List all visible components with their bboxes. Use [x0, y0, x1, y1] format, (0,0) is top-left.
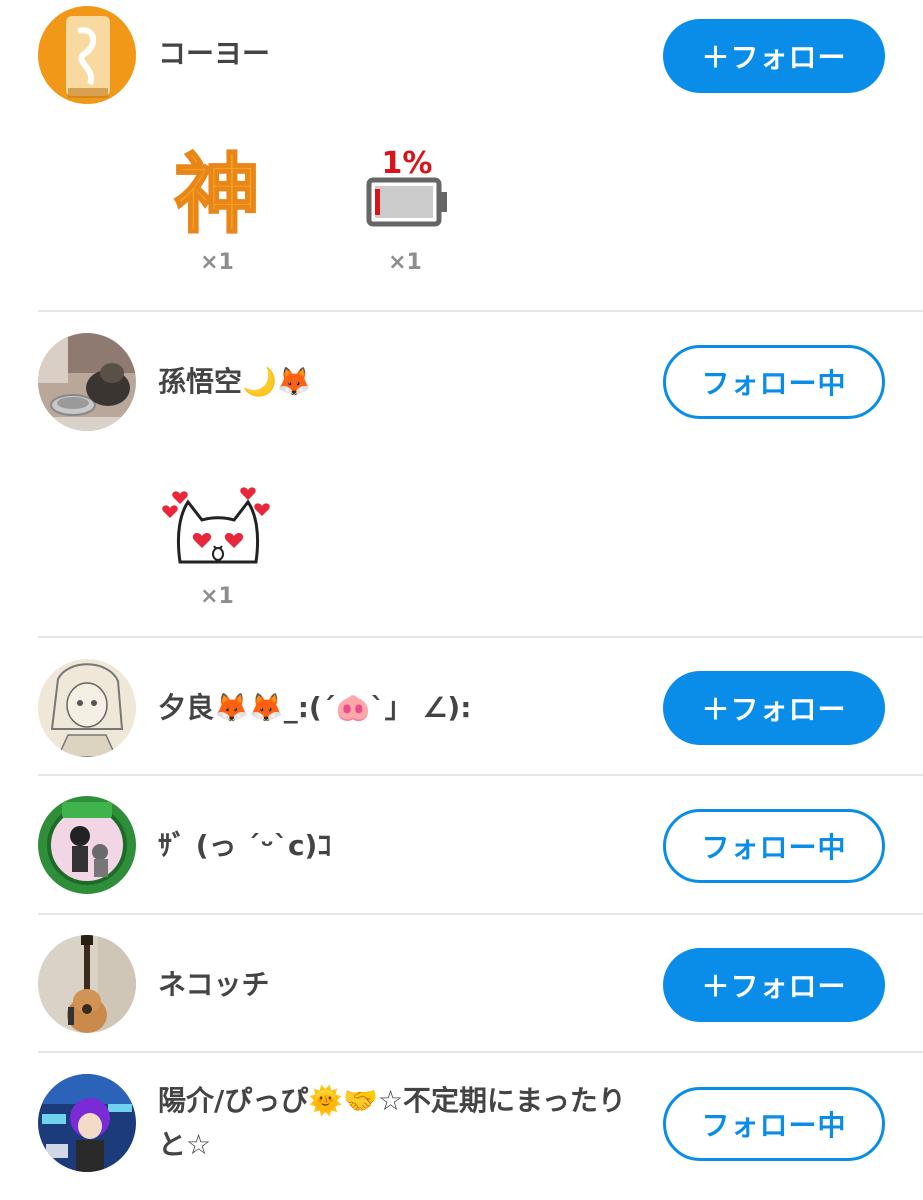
divider — [38, 774, 923, 776]
kami-glyph: 神 — [174, 145, 260, 240]
sticker-battery: 1% ×1 — [350, 140, 460, 275]
follow-button[interactable]: ＋フォロー — [663, 948, 885, 1022]
follow-button[interactable]: ＋フォロー — [663, 671, 885, 745]
sticker-count: ×1 — [200, 584, 234, 609]
follow-button[interactable]: ＋フォロー — [663, 19, 885, 93]
user-name[interactable]: ネコッチ — [158, 963, 269, 1007]
sticker-count: ×1 — [388, 250, 422, 275]
avatar[interactable] — [38, 935, 136, 1033]
user-name[interactable]: 孫悟空🌙🦊 — [158, 360, 312, 404]
sticker-count: ×1 — [200, 250, 234, 275]
sticker-cat: ×1 — [162, 484, 272, 609]
avatar[interactable] — [38, 796, 136, 894]
cat-with-bowl-photo-icon — [38, 333, 136, 431]
guitar-photo-icon — [38, 935, 136, 1033]
sticker-kami: 神 ×1 — [162, 140, 272, 275]
user-name[interactable]: 夕良🦊🦊_:(´🐽`」 ∠): — [158, 686, 471, 730]
divider — [38, 913, 923, 915]
kami-kanji-sticker-icon: 神 — [173, 144, 261, 240]
following-button[interactable]: フォロー中 — [663, 809, 885, 883]
user-name[interactable]: コーヨー — [158, 32, 270, 76]
purple-hair-anime-icon — [38, 1074, 136, 1172]
user-name[interactable]: 陽介/ぴっぴ🌞🤝☆不定期にまったりと☆ — [158, 1079, 648, 1167]
sketch-girl-drawing-icon — [38, 659, 136, 757]
heart-eyes-cat-sticker-icon — [162, 487, 270, 564]
user-name[interactable]: ｻﾞ (っ ˊᵕˋc)ｺ — [158, 824, 331, 868]
divider — [38, 310, 923, 312]
following-button[interactable]: フォロー中 — [663, 345, 885, 419]
avatar[interactable] — [38, 333, 136, 431]
avatar[interactable] — [38, 6, 136, 104]
divider — [38, 636, 923, 638]
avatar[interactable] — [38, 1074, 136, 1172]
amber-glass-photo-icon — [38, 6, 136, 104]
low-battery-sticker-icon: 1% — [366, 146, 447, 227]
battery-percent-label: 1% — [382, 146, 433, 181]
following-button[interactable]: フォロー中 — [663, 1087, 885, 1161]
avatar[interactable] — [38, 659, 136, 757]
divider — [38, 1051, 923, 1053]
green-badge-anime-icon — [38, 796, 136, 894]
